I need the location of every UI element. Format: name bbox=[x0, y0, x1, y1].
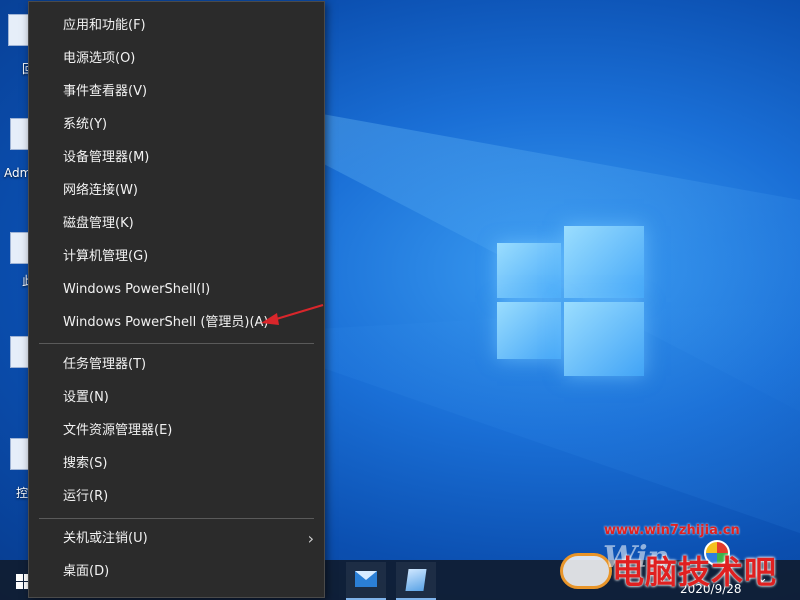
menu-item-device-manager[interactable]: 设备管理器(M) bbox=[29, 143, 324, 173]
menu-item-system[interactable]: 系统(Y) bbox=[29, 110, 324, 140]
menu-item-desktop[interactable]: 桌面(D) bbox=[29, 557, 324, 587]
watermark-brand: 电脑技术吧 bbox=[612, 553, 778, 591]
menu-item-network-connections[interactable]: 网络连接(W) bbox=[29, 176, 324, 206]
menu-item-run[interactable]: 运行(R) bbox=[29, 482, 324, 512]
arrow-head bbox=[261, 313, 279, 325]
taskbar-app-notepad[interactable] bbox=[396, 562, 436, 600]
menu-item-file-explorer[interactable]: 文件资源管理器(E) bbox=[29, 416, 324, 446]
menu-item-settings[interactable]: 设置(N) bbox=[29, 383, 324, 413]
menu-item-shutdown-signout[interactable]: 关机或注销(U) › bbox=[29, 524, 324, 554]
logo-pane bbox=[497, 302, 561, 359]
annotation-arrow-icon bbox=[261, 303, 324, 325]
notepad-icon bbox=[405, 569, 427, 591]
menu-item-power-options[interactable]: 电源选项(O) bbox=[29, 44, 324, 74]
menu-separator bbox=[39, 518, 314, 519]
logo-pane bbox=[497, 243, 561, 298]
menu-item-search[interactable]: 搜索(S) bbox=[29, 449, 324, 479]
windows-logo-wallpaper bbox=[497, 226, 647, 378]
menu-item-disk-management[interactable]: 磁盘管理(K) bbox=[29, 209, 324, 239]
mail-icon bbox=[355, 571, 377, 587]
menu-item-computer-management[interactable]: 计算机管理(G) bbox=[29, 242, 324, 272]
menu-item-label: 关机或注销(U) bbox=[63, 531, 148, 546]
logo-pane bbox=[564, 226, 644, 298]
taskbar-app-mail[interactable] bbox=[346, 562, 386, 600]
watermark-url: www.win7zhijia.cn bbox=[604, 523, 740, 538]
windows-start-icon bbox=[16, 582, 23, 589]
menu-item-apps-features[interactable]: 应用和功能(F) bbox=[29, 11, 324, 41]
arrow-shaft bbox=[272, 303, 324, 322]
chevron-right-icon: › bbox=[307, 529, 314, 548]
menu-item-task-manager[interactable]: 任务管理器(T) bbox=[29, 350, 324, 380]
desktop-icon-label: 控 bbox=[16, 486, 29, 500]
logo-pane bbox=[564, 302, 644, 376]
windows-start-icon bbox=[16, 574, 23, 581]
menu-separator bbox=[39, 343, 314, 344]
menu-item-event-viewer[interactable]: 事件查看器(V) bbox=[29, 77, 324, 107]
